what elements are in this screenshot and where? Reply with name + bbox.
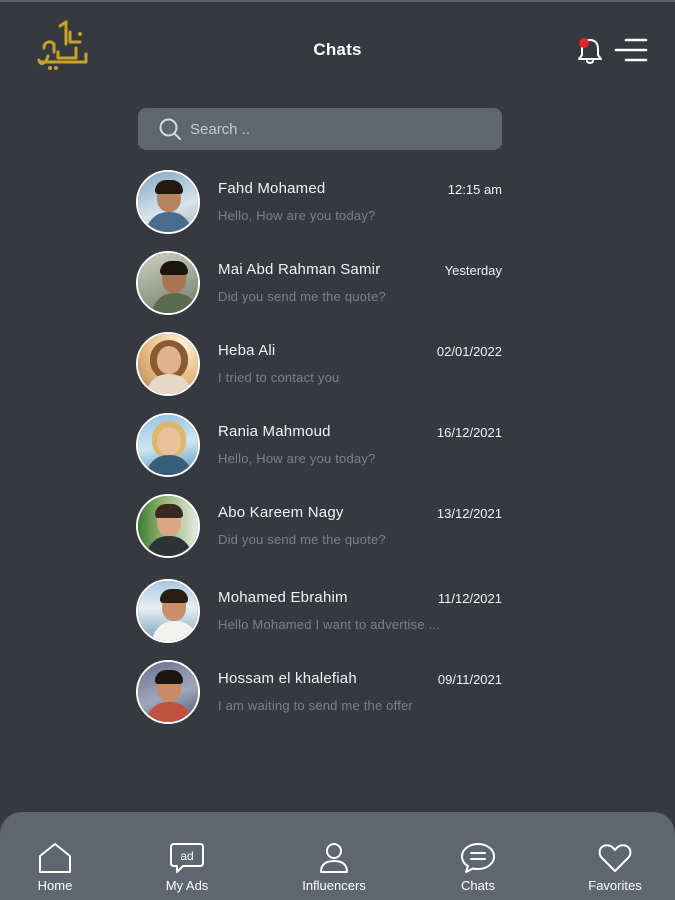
chat-timestamp: 09/11/2021 xyxy=(437,672,502,687)
chat-contact-name: Fahd Mohamed xyxy=(218,180,326,197)
chat-timestamp: 16/12/2021 xyxy=(436,425,502,440)
nav-chats[interactable]: Chats xyxy=(450,842,506,900)
chat-message-preview: I tried to contact you xyxy=(218,370,340,385)
notification-dot xyxy=(579,38,589,48)
menu-button[interactable] xyxy=(614,37,648,63)
chat-contact-name: Abo Kareem Nagy xyxy=(218,504,344,521)
chat-contact-name: Hossam el khalefiah xyxy=(218,670,357,687)
chat-icon xyxy=(461,843,495,873)
svg-text:ad: ad xyxy=(180,849,193,863)
chat-contact-name: Mohamed Ebrahim xyxy=(218,589,348,606)
chat-contact-name: Rania Mahmoud xyxy=(218,423,331,440)
chat-timestamp: 12:15 am xyxy=(447,182,502,197)
avatar xyxy=(136,170,200,234)
chat-timestamp: 13/12/2021 xyxy=(436,506,502,521)
notification-button[interactable] xyxy=(576,36,604,66)
nav-home-label: Home xyxy=(37,878,73,893)
chat-item[interactable]: Hossam el khalefiah 09/11/2021 I am wait… xyxy=(136,660,506,726)
nav-favorites[interactable]: Favorites xyxy=(580,842,650,900)
nav-my-ads-label: My Ads xyxy=(165,878,209,893)
chat-message-preview: Did you send me the quote? xyxy=(218,532,386,547)
chat-item[interactable]: Mai Abd Rahman Samir Yesterday Did you s… xyxy=(136,251,506,317)
avatar xyxy=(136,413,200,477)
chat-message-preview: Hello, How are you today? xyxy=(218,208,376,223)
chat-contact-name: Heba Ali xyxy=(218,342,276,359)
bell-icon xyxy=(578,38,602,64)
chat-contact-name: Mai Abd Rahman Samir xyxy=(218,261,381,278)
chat-item[interactable]: Rania Mahmoud 16/12/2021 Hello, How are … xyxy=(136,413,506,479)
chat-item[interactable]: Abo Kareem Nagy 13/12/2021 Did you send … xyxy=(136,494,506,560)
chat-timestamp: 11/12/2021 xyxy=(437,591,502,606)
nav-influencers[interactable]: Influencers xyxy=(294,842,374,900)
search-icon xyxy=(159,118,181,140)
nav-home[interactable]: Home xyxy=(30,842,80,900)
avatar xyxy=(136,251,200,315)
ads-icon: ad xyxy=(170,843,204,873)
chat-timestamp: Yesterday xyxy=(444,263,502,278)
search-bar[interactable] xyxy=(138,108,502,150)
chat-message-preview: Hello Mohamed I want to advertise ... xyxy=(218,617,441,632)
avatar xyxy=(136,332,200,396)
chat-item[interactable]: Fahd Mohamed 12:15 am Hello, How are you… xyxy=(136,170,506,236)
nav-favorites-label: Favorites xyxy=(588,878,642,893)
nav-influencers-label: Influencers xyxy=(302,878,366,893)
user-icon xyxy=(320,843,348,873)
chat-timestamp: 02/01/2022 xyxy=(436,344,502,359)
avatar xyxy=(136,494,200,558)
heart-icon xyxy=(598,844,632,872)
nav-chats-label: Chats xyxy=(461,878,495,893)
chat-item[interactable]: Mohamed Ebrahim 11/12/2021 Hello Mohamed… xyxy=(136,579,506,645)
top-divider xyxy=(0,0,675,2)
search-input[interactable] xyxy=(190,120,480,138)
chat-item[interactable]: Heba Ali 02/01/2022 I tried to contact y… xyxy=(136,332,506,398)
nav-my-ads[interactable]: ad My Ads xyxy=(158,842,216,900)
page-title: Chats xyxy=(313,40,362,59)
chat-message-preview: Hello, How are you today? xyxy=(218,451,376,466)
chat-message-preview: I am waiting to send me the offer xyxy=(218,698,413,713)
home-icon xyxy=(39,843,71,873)
chat-message-preview: Did you send me the quote? xyxy=(218,289,386,304)
avatar xyxy=(136,579,200,643)
bottom-nav: Home ad My Ads Influencers Chats Favorit… xyxy=(0,812,675,900)
menu-icon xyxy=(614,38,648,62)
avatar xyxy=(136,660,200,724)
